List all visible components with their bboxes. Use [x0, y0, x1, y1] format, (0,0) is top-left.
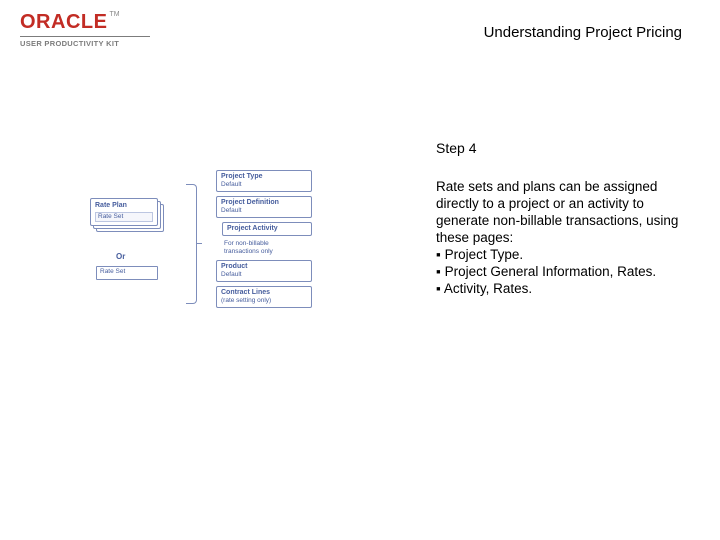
bracket-icon: [180, 184, 202, 304]
node-title: Product: [221, 263, 307, 271]
diagram: Rate Plan Rate Set Or Rate Set Project T…: [90, 170, 330, 320]
brand-subtitle: USER PRODUCTIVITY KIT: [20, 39, 150, 48]
note: For non-billable transactions only: [224, 240, 316, 256]
brand-divider: [20, 36, 150, 37]
node-project-activity: Project Activity: [222, 222, 312, 236]
node-sub: Default: [221, 207, 307, 215]
node-sub: Default: [221, 181, 307, 189]
note-line: transactions only: [224, 248, 316, 256]
brand-logo: ORACLETM USER PRODUCTIVITY KIT: [20, 12, 150, 48]
stack-card-front: Rate Plan Rate Set: [90, 198, 158, 226]
node-sub: (rate setting only): [221, 297, 307, 305]
node-contract-lines: Contract Lines (rate setting only): [216, 286, 312, 308]
right-column: Project Type Default Project Definition …: [216, 170, 316, 312]
page-title: Understanding Project Pricing: [484, 24, 682, 41]
rate-plan-stack: Rate Plan Rate Set: [90, 198, 168, 234]
brand-name: ORACLE: [20, 11, 107, 33]
stack-row: Rate Set: [95, 212, 153, 222]
or-label: Or: [116, 252, 125, 261]
node-title: Project Activity: [227, 225, 307, 233]
bullet-line-0: ▪ Project Type.: [436, 246, 686, 263]
step-label: Step 4: [436, 140, 476, 156]
intro-paragraph: Rate sets and plans can be assigned dire…: [436, 178, 686, 246]
node-title: Project Type: [221, 173, 307, 181]
note-line: For non-billable: [224, 240, 316, 248]
trademark: TM: [109, 11, 119, 18]
node-project-definition: Project Definition Default: [216, 196, 312, 218]
bullet-line-1: ▪ Project General Information, Rates.: [436, 263, 686, 280]
rate-set-card: Rate Set: [96, 266, 158, 280]
node-product: Product Default: [216, 260, 312, 282]
body-text: Rate sets and plans can be assigned dire…: [436, 178, 686, 297]
node-title: Project Definition: [221, 199, 307, 207]
node-sub: Default: [221, 271, 307, 279]
node-title: Contract Lines: [221, 289, 307, 297]
node-project-type: Project Type Default: [216, 170, 312, 192]
stack-title: Rate Plan: [95, 201, 153, 210]
bullet-line-2: ▪ Activity, Rates.: [436, 280, 686, 297]
